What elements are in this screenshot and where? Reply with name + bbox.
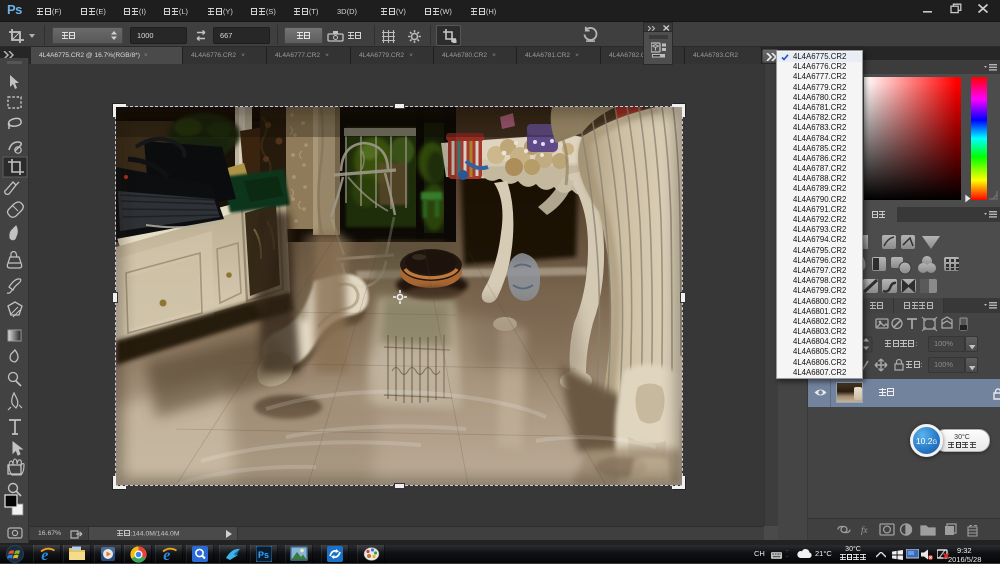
- svg-text:fx: fx: [861, 525, 868, 535]
- svg-text:Ps: Ps: [258, 550, 269, 560]
